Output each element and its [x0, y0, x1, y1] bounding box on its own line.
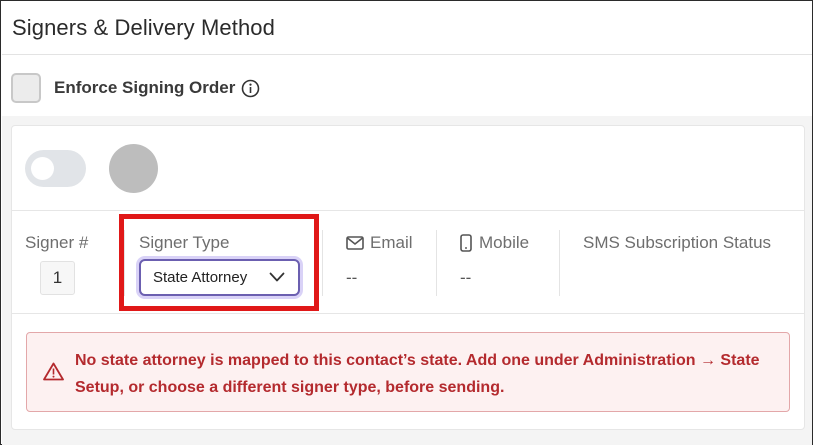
mobile-label-text: Mobile: [479, 233, 530, 252]
signer-number-value: 1: [40, 261, 75, 295]
enforce-signing-order-row: Enforce Signing Order: [11, 72, 260, 104]
info-icon[interactable]: [241, 79, 260, 98]
card-divider: [12, 210, 804, 211]
enforce-signing-order-checkbox[interactable]: [11, 73, 41, 103]
avatar: [109, 144, 158, 193]
mobile-value: --: [460, 268, 472, 287]
column-separator: [322, 230, 323, 296]
page-title: Signers & Delivery Method: [12, 15, 275, 40]
envelope-icon: [346, 236, 364, 250]
card-divider: [12, 313, 804, 314]
toggle-knob: [31, 157, 54, 180]
signer-number-label: Signer #: [25, 233, 89, 252]
signer-toggle[interactable]: [25, 150, 86, 187]
panel-header: Signers & Delivery Method: [2, 2, 812, 55]
email-label-text: Email: [370, 233, 413, 252]
column-separator: [436, 230, 437, 296]
signer-type-highlight: [119, 214, 319, 311]
error-message: No state attorney is mapped to this cont…: [75, 352, 760, 396]
error-alert: No state attorney is mapped to this cont…: [26, 332, 790, 412]
mobile-label: Mobile: [460, 233, 529, 253]
email-label: Email: [346, 233, 413, 253]
warning-icon: [43, 362, 64, 381]
sms-status-label: SMS Subscription Status: [583, 233, 772, 252]
enforce-signing-order-label: Enforce Signing Order: [54, 78, 236, 97]
column-separator: [559, 230, 560, 296]
email-value: --: [346, 268, 358, 287]
phone-icon: [460, 234, 472, 252]
